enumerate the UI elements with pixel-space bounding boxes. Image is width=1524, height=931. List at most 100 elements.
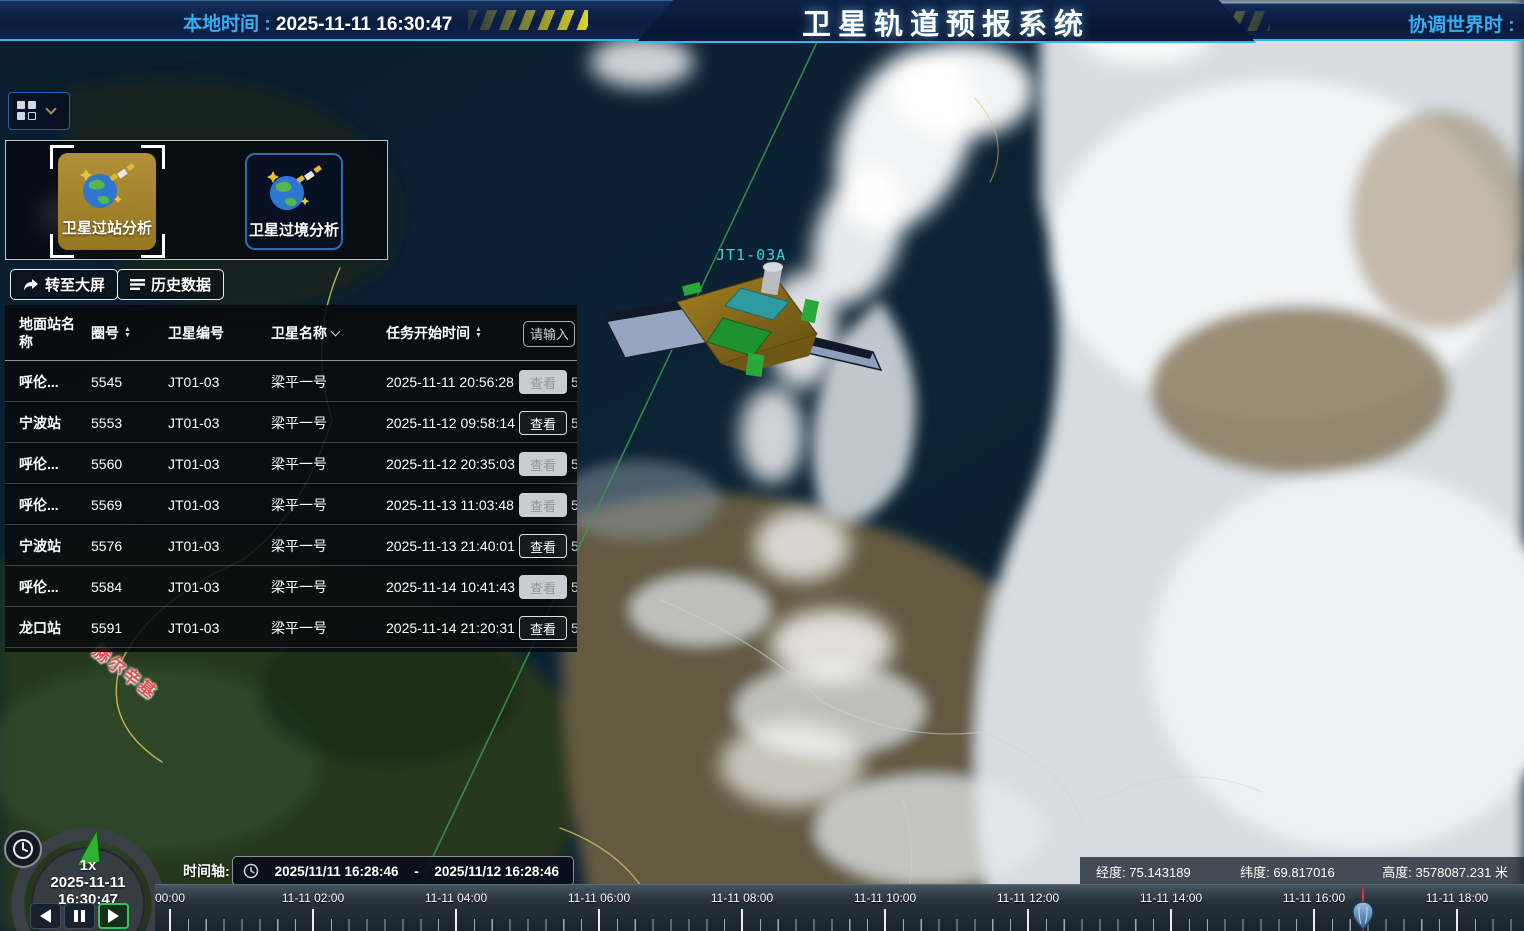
card-transit-analysis[interactable]: 卫星过境分析 — [245, 153, 343, 250]
longitude-label: 经度: — [1096, 865, 1126, 880]
range-start: 2025/11/11 16:28:46 — [275, 864, 399, 879]
clipped-cell-fragment: 5- — [571, 443, 577, 484]
clipped-cell-fragment: 5- — [571, 525, 577, 566]
cell-station: 宁波站 — [19, 525, 79, 566]
realtime-clock-button[interactable] — [4, 830, 42, 868]
share-arrow-icon — [23, 278, 39, 292]
cell-sat-id: JT01-03 — [168, 361, 219, 402]
col-label: 卫星名称 — [271, 323, 327, 343]
sort-icon[interactable]: ▲▼ — [124, 327, 131, 339]
cell-sat-name: 梁平一号 — [271, 361, 327, 402]
satellite-model[interactable] — [595, 258, 895, 398]
cell-start-time: 2025-11-12 20:35:03 — [386, 443, 515, 484]
tick-line — [455, 909, 457, 931]
tick-line — [598, 909, 600, 931]
cell-circle: 5576 — [91, 525, 122, 566]
tick-label: 11-11 16:00 — [1283, 891, 1345, 905]
cell-circle: 5584 — [91, 566, 122, 607]
analysis-mode-panel: 卫星过站分析 卫星过境分析 — [5, 140, 388, 260]
col-label: 卫星编号 — [168, 323, 224, 343]
app-title: 卫星轨道预报系统 — [802, 1, 1090, 43]
col-sat-name: 卫星名称 — [271, 305, 339, 361]
satellite-name-label[interactable]: JT1-03A — [716, 246, 786, 264]
cursor-position-bar: 经度: 75.143189 纬度: 69.817016 高度: 3578087.… — [1080, 857, 1524, 886]
cell-sat-name: 梁平一号 — [271, 484, 327, 525]
card-pass-station-analysis[interactable]: 卫星过站分析 — [58, 153, 156, 250]
tick-line — [1027, 909, 1029, 931]
view-button[interactable]: 查看 — [519, 493, 567, 517]
view-button[interactable]: 查看 — [519, 370, 567, 394]
table-row[interactable]: 呼伦... 5584 JT01-03 梁平一号 2025-11-14 10:41… — [5, 566, 577, 607]
cell-sat-id: JT01-03 — [168, 525, 219, 566]
playback-date: 2025-11-11 — [0, 874, 176, 891]
goto-bigscreen-button[interactable]: 转至大屏 — [10, 269, 118, 300]
cell-sat-id: JT01-03 — [168, 402, 219, 443]
tick-label: 11-11 06:00 — [568, 891, 630, 905]
range-separator: - — [414, 864, 419, 879]
tick-line — [1170, 909, 1172, 931]
tick-line — [741, 909, 743, 931]
earth-satellite-icon — [261, 165, 327, 215]
cell-station: 龙口站 — [19, 607, 79, 648]
cell-circle: 5569 — [91, 484, 122, 525]
sort-icon[interactable]: ▲▼ — [475, 327, 482, 339]
cell-circle: 5591 — [91, 607, 122, 648]
pause-icon — [74, 910, 85, 922]
tick-label: 11-11 02:00 — [282, 891, 344, 905]
latitude-value: 69.817016 — [1273, 865, 1334, 880]
filter-chevron-icon[interactable] — [331, 327, 341, 337]
view-button[interactable]: 查看 — [519, 616, 567, 640]
card-label: 卫星过站分析 — [62, 217, 152, 238]
range-end: 2025/11/12 16:28:46 — [434, 864, 559, 879]
task-filter-input[interactable] — [523, 321, 575, 347]
pause-button[interactable] — [64, 903, 95, 929]
cell-start-time: 2025-11-13 11:03:48 — [386, 484, 514, 525]
table-body: 呼伦... 5545 JT01-03 梁平一号 2025-11-11 20:56… — [5, 361, 577, 648]
history-data-button[interactable]: 历史数据 — [117, 269, 224, 300]
view-button[interactable]: 查看 — [519, 452, 567, 476]
cell-circle: 5553 — [91, 402, 122, 443]
timeline-scrubber[interactable]: 00:00 11-11 02:00 11-11 04:00 11-11 06:0… — [155, 884, 1524, 931]
tick-line — [1456, 909, 1458, 931]
table-row[interactable]: 呼伦... 5569 JT01-03 梁平一号 2025-11-13 11:03… — [5, 484, 577, 525]
table-header: 地面站名称 圈号 ▲▼ 卫星编号 卫星名称 任务开始时间 ▲▼ 务编 — [5, 305, 577, 361]
table-row[interactable]: 呼伦... 5560 JT01-03 梁平一号 2025-11-12 20:35… — [5, 443, 577, 484]
card-label: 卫星过境分析 — [249, 219, 339, 240]
clock-icon — [243, 863, 259, 879]
cell-sat-name: 梁平一号 — [271, 607, 327, 648]
col-label: 任务开始时间 — [386, 323, 470, 343]
current-time-marker[interactable] — [1350, 901, 1376, 931]
table-row[interactable]: 呼伦... 5545 JT01-03 梁平一号 2025-11-11 20:56… — [5, 361, 577, 402]
step-back-button[interactable] — [30, 903, 61, 929]
cell-station: 呼伦... — [19, 443, 79, 484]
clipped-cell-fragment: 5- — [571, 402, 577, 443]
cell-start-time: 2025-11-13 21:40:01 — [386, 525, 515, 566]
clipped-cell-fragment: 5- — [571, 566, 577, 607]
chevron-down-icon — [45, 103, 56, 114]
table-row[interactable]: 龙口站 5591 JT01-03 梁平一号 2025-11-14 21:20:3… — [5, 607, 577, 648]
clipped-cell-fragment: 5- — [571, 484, 577, 525]
table-row[interactable]: 宁波站 5553 JT01-03 梁平一号 2025-11-12 09:58:1… — [5, 402, 577, 443]
cell-sat-id: JT01-03 — [168, 566, 219, 607]
cell-station: 呼伦... — [19, 566, 79, 607]
rewind-icon — [40, 909, 51, 923]
view-button[interactable]: 查看 — [519, 411, 567, 435]
cell-sat-name: 梁平一号 — [271, 525, 327, 566]
layer-select-button[interactable] — [8, 92, 70, 130]
view-button[interactable]: 查看 — [519, 534, 567, 558]
animation-widget: 1x 2025-11-11 16:30:47 — [0, 824, 180, 931]
table-row[interactable]: 宁波站 5576 JT01-03 梁平一号 2025-11-13 21:40:0… — [5, 525, 577, 566]
col-circle: 圈号 ▲▼ — [91, 305, 131, 361]
button-label: 转至大屏 — [45, 274, 105, 295]
view-button[interactable]: 查看 — [519, 575, 567, 599]
tick-line — [1313, 909, 1315, 931]
play-button[interactable] — [98, 903, 129, 929]
tick-label: 11-11 04:00 — [425, 891, 487, 905]
cell-start-time: 2025-11-11 20:56:28 — [386, 361, 514, 402]
altitude-label: 高度: — [1382, 865, 1412, 880]
cell-sat-name: 梁平一号 — [271, 566, 327, 607]
cell-sat-name: 梁平一号 — [271, 402, 327, 443]
cell-station: 宁波站 — [19, 402, 79, 443]
time-range-picker[interactable]: 2025/11/11 16:28:46 - 2025/11/12 16:28:4… — [232, 856, 574, 886]
cell-sat-id: JT01-03 — [168, 484, 219, 525]
